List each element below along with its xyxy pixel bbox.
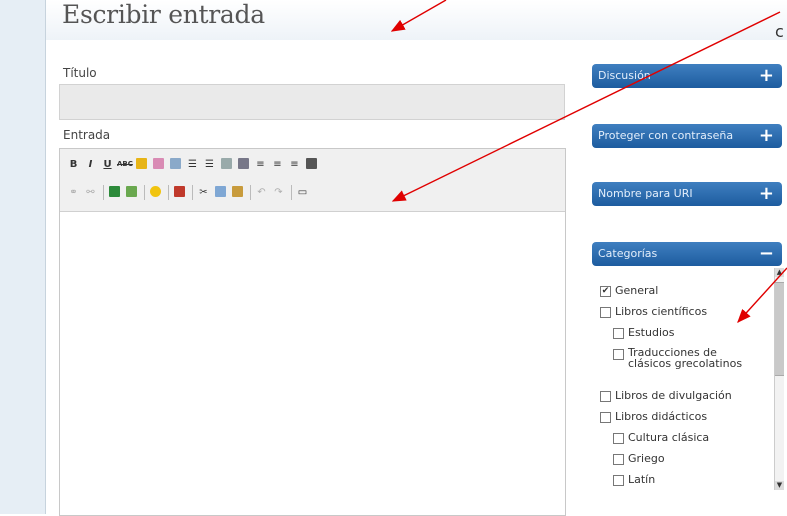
- content-label: Entrada: [63, 128, 111, 142]
- toolbar-separator: [103, 184, 104, 200]
- password-panel[interactable]: Proteger con contraseña +: [592, 124, 782, 148]
- category-item[interactable]: Cultura clásica: [600, 431, 760, 452]
- ordered-list-icon[interactable]: ☰: [202, 157, 217, 172]
- discussion-panel[interactable]: Discusión +: [592, 64, 782, 88]
- checkbox[interactable]: [613, 328, 624, 339]
- category-item[interactable]: Estudios: [600, 326, 760, 347]
- category-item[interactable]: Libros de divulgación: [600, 389, 760, 410]
- checkbox[interactable]: [600, 412, 611, 423]
- indent-icon[interactable]: [236, 157, 251, 172]
- category-item[interactable]: Libros didácticos: [600, 410, 760, 431]
- discussion-panel-title: Discusión: [598, 69, 651, 82]
- insert-image-icon[interactable]: [107, 185, 122, 200]
- checkbox[interactable]: [600, 391, 611, 402]
- password-panel-title: Proteger con contraseña: [598, 129, 734, 142]
- checkbox[interactable]: [613, 349, 624, 360]
- category-item[interactable]: ✔ General: [600, 284, 760, 305]
- url-panel-title: Nombre para URI: [598, 187, 693, 200]
- expand-icon[interactable]: +: [759, 182, 774, 206]
- unlink-icon[interactable]: ⚯: [83, 185, 98, 200]
- page-title: Escribir entrada: [62, 0, 265, 29]
- checkbox-checked[interactable]: ✔: [600, 286, 611, 297]
- category-item[interactable]: Traducciones de clásicos grecolatinos: [600, 347, 760, 389]
- category-scrollbar[interactable]: ▲ ▼: [774, 268, 784, 490]
- category-item[interactable]: Libros científicos: [600, 305, 760, 326]
- paste-icon[interactable]: [230, 185, 245, 200]
- discussion-panel-header[interactable]: Discusión +: [592, 64, 782, 88]
- checkbox[interactable]: [613, 475, 624, 486]
- italic-button[interactable]: I: [83, 157, 98, 172]
- outdent-icon[interactable]: [219, 157, 234, 172]
- cropped-edge-text: c: [775, 22, 784, 41]
- toolbar-separator: [168, 184, 169, 200]
- header-band: Escribir entrada: [46, 0, 787, 40]
- toolbar-row-1: B I U ABC ☰ ☰ ≡ ≡ ≡: [66, 155, 321, 173]
- checkbox[interactable]: [613, 454, 624, 465]
- strikethrough-button[interactable]: ABC: [117, 157, 133, 172]
- bold-button[interactable]: B: [66, 157, 81, 172]
- undo-icon[interactable]: ↶: [254, 185, 269, 200]
- link-icon[interactable]: ⚭: [66, 185, 81, 200]
- title-input[interactable]: [59, 84, 565, 120]
- align-left-icon[interactable]: ≡: [253, 157, 268, 172]
- scroll-down-arrow-icon[interactable]: ▼: [775, 481, 784, 490]
- categories-panel-header[interactable]: Categorías −: [592, 242, 782, 266]
- categories-panel-title: Categorías: [598, 247, 658, 260]
- left-admin-strip: [0, 0, 46, 514]
- expand-icon[interactable]: +: [759, 124, 774, 148]
- html-source-icon[interactable]: ▭: [295, 185, 310, 200]
- checkbox[interactable]: [613, 433, 624, 444]
- category-item[interactable]: Latín: [600, 473, 760, 494]
- content-editor[interactable]: B I U ABC ☰ ☰ ≡ ≡ ≡ ⚭ ⚯ ✂ ↶ ↷ ▭: [59, 148, 566, 516]
- insert-flash-icon[interactable]: [172, 185, 187, 200]
- expand-icon[interactable]: +: [759, 64, 774, 88]
- emoticon-icon[interactable]: [148, 185, 163, 200]
- toolbar-separator: [144, 184, 145, 200]
- align-center-icon[interactable]: ≡: [270, 157, 285, 172]
- underline-button[interactable]: U: [100, 157, 115, 172]
- copy-icon[interactable]: [213, 185, 228, 200]
- title-label: Título: [63, 66, 97, 80]
- toolbar-row-2: ⚭ ⚯ ✂ ↶ ↷ ▭: [66, 183, 312, 201]
- category-item[interactable]: Griego: [600, 452, 760, 473]
- scroll-up-arrow-icon[interactable]: ▲: [775, 268, 784, 277]
- cut-icon[interactable]: ✂: [196, 185, 211, 200]
- categories-panel: Categorías − ✔ General Libros científicos…: [592, 242, 784, 490]
- checkbox[interactable]: [600, 307, 611, 318]
- text-color-icon[interactable]: [151, 157, 166, 172]
- toolbar-separator: [250, 184, 251, 200]
- align-icon[interactable]: [168, 157, 183, 172]
- editor-toolbar: B I U ABC ☰ ☰ ≡ ≡ ≡ ⚭ ⚯ ✂ ↶ ↷ ▭: [60, 149, 565, 212]
- insert-media-icon[interactable]: [124, 185, 139, 200]
- category-list: ✔ General Libros científicos Estudios Tra…: [600, 284, 760, 494]
- toolbar-separator: [192, 184, 193, 200]
- password-panel-header[interactable]: Proteger con contraseña +: [592, 124, 782, 148]
- url-panel[interactable]: Nombre para URI +: [592, 182, 782, 206]
- align-justify-icon[interactable]: [304, 157, 319, 172]
- scroll-thumb[interactable]: [775, 282, 784, 376]
- spellcheck-icon[interactable]: [134, 157, 149, 172]
- unordered-list-icon[interactable]: ☰: [185, 157, 200, 172]
- collapse-icon[interactable]: −: [759, 242, 774, 266]
- redo-icon[interactable]: ↷: [271, 185, 286, 200]
- align-right-icon[interactable]: ≡: [287, 157, 302, 172]
- url-panel-header[interactable]: Nombre para URI +: [592, 182, 782, 206]
- toolbar-separator: [291, 184, 292, 200]
